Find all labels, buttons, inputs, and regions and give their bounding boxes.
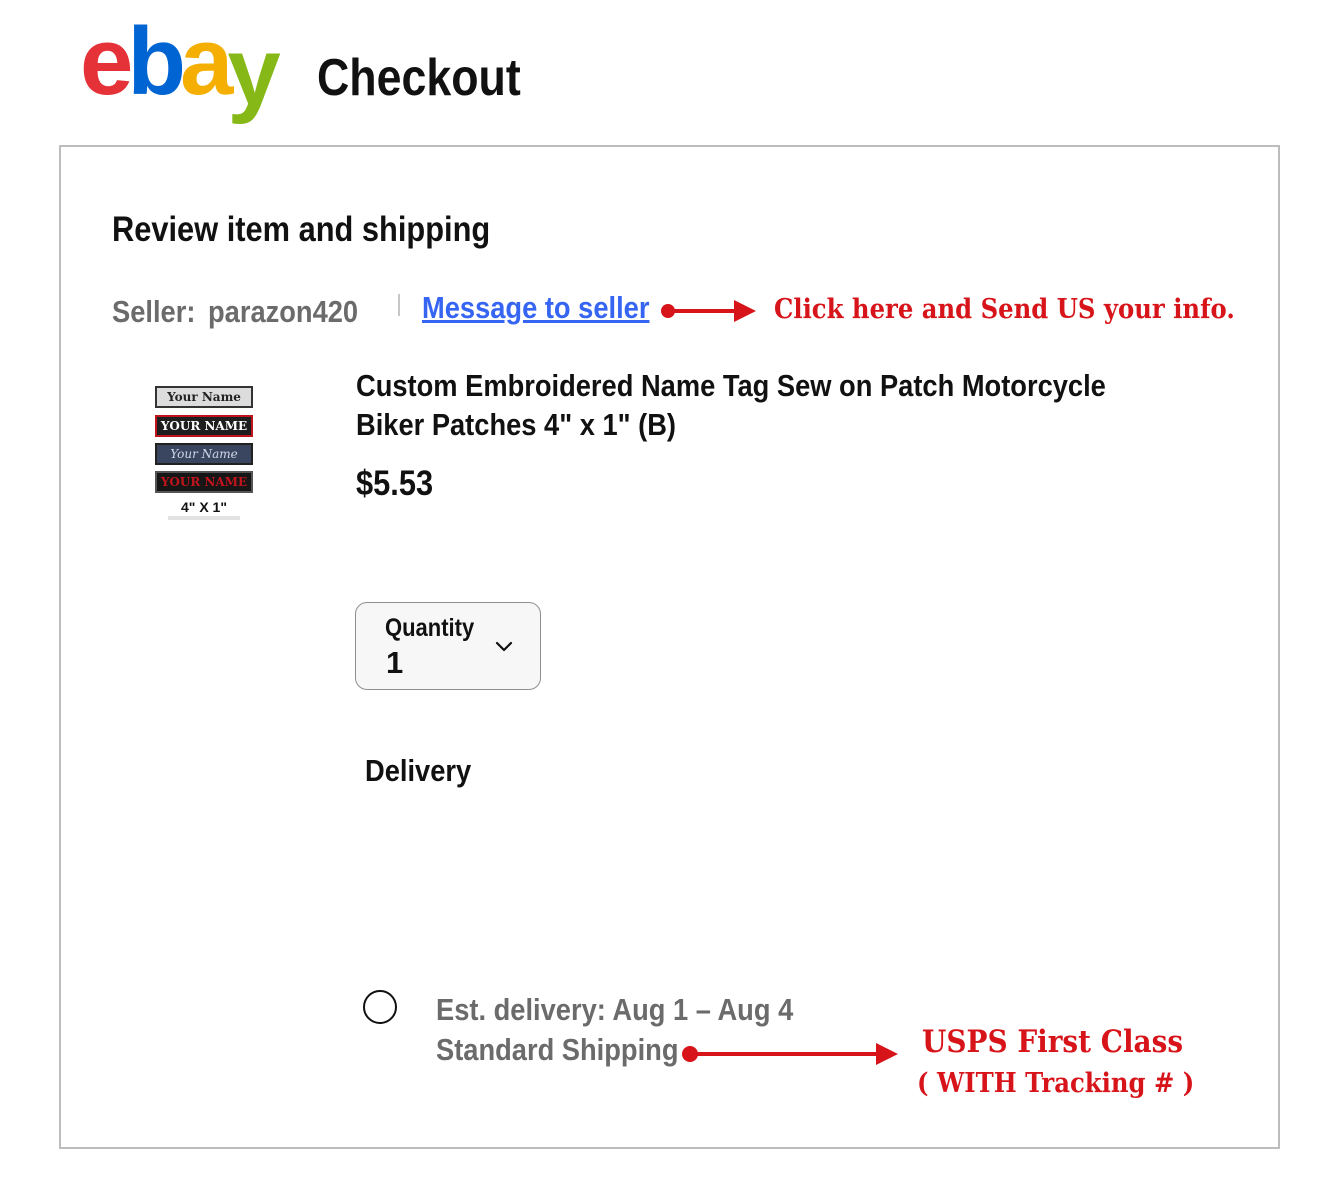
seller-label: Seller: — [112, 294, 196, 329]
review-heading: Review item and shipping — [112, 210, 491, 249]
chevron-down-icon — [495, 641, 513, 652]
arrow-right-icon — [661, 300, 756, 322]
page-title: Checkout — [317, 49, 521, 107]
seller-row: Seller: parazon420 Message to seller Cli… — [112, 288, 1292, 332]
delivery-heading: Delivery — [365, 753, 472, 788]
shipping-method: Standard Shipping — [436, 1032, 679, 1067]
logo-letter-a: a — [180, 8, 233, 115]
checkout-header: ebay Checkout — [80, 8, 780, 120]
logo-letter-e: e — [80, 8, 133, 115]
thumbnail-tag: YOUR NAME — [155, 415, 253, 437]
shipping-annotation-line2: ( WITH Tracking # ) — [917, 1068, 1195, 1099]
ebay-logo[interactable]: ebay — [80, 8, 281, 120]
shipping-option-radio[interactable] — [363, 990, 397, 1024]
arrow-right-icon — [682, 1043, 898, 1065]
seller-message-annotation: Click here and Send US your info. — [774, 294, 1235, 325]
quantity-select[interactable]: Quantity 1 — [355, 602, 541, 690]
thumbnail-tag: Your Name — [155, 443, 253, 465]
item-title[interactable]: Custom Embroidered Name Tag Sew on Patch… — [356, 366, 1130, 444]
thumbnail-tag: YOUR NAME — [155, 471, 253, 493]
seller-divider — [398, 294, 400, 316]
estimated-delivery: Est. delivery: Aug 1 – Aug 4 — [436, 992, 794, 1027]
thumbnail-size-label: 4" X 1" — [181, 499, 227, 515]
thumbnail-tag: Your Name — [155, 386, 253, 408]
quantity-value: 1 — [386, 645, 404, 680]
logo-letter-b: b — [127, 8, 186, 115]
seller-name: parazon420 — [208, 294, 359, 329]
item-price: $5.53 — [356, 464, 434, 503]
item-thumbnail[interactable]: Your Name YOUR NAME Your Name YOUR NAME … — [150, 382, 258, 528]
message-to-seller-link[interactable]: Message to seller — [422, 288, 649, 328]
logo-letter-y: y — [227, 18, 280, 125]
quantity-label: Quantity — [385, 614, 475, 642]
thumbnail-watermark — [168, 516, 240, 520]
shipping-annotation-line1: USPS First Class — [922, 1024, 1184, 1060]
